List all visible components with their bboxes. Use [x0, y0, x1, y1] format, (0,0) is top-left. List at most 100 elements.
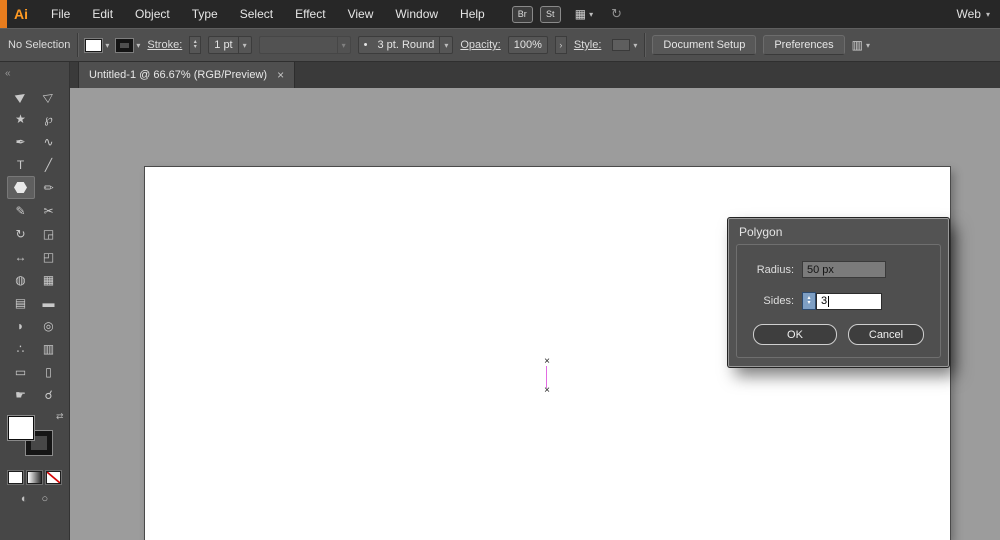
free-transform-tool[interactable]: ◰	[35, 245, 63, 268]
sides-input[interactable]: 3	[816, 293, 882, 310]
selection-tool[interactable]: ▶	[7, 84, 35, 107]
stock-button[interactable]: St	[540, 6, 561, 23]
artboard-tool[interactable]: ▭	[7, 360, 35, 383]
slice-tool[interactable]: ▯	[35, 360, 63, 383]
close-icon[interactable]: ×	[277, 68, 284, 82]
symbol-sprayer-tool[interactable]: ∴	[7, 337, 35, 360]
tools-panel-header[interactable]: «	[0, 62, 69, 84]
polygon-tool[interactable]	[7, 176, 35, 199]
stroke-weight-select[interactable]: 1 pt ▾	[208, 36, 251, 54]
text-caret	[828, 296, 829, 307]
sides-row: Sides: ▴ ▾ 3	[748, 292, 929, 310]
menu-file[interactable]: File	[40, 0, 81, 28]
gradient-mode-button[interactable]	[27, 471, 42, 484]
cancel-button[interactable]: Cancel	[848, 324, 924, 345]
hand-tool[interactable]: ☛	[7, 383, 35, 406]
workspace-switcher[interactable]: Web ▾	[957, 7, 990, 21]
pencil-tool[interactable]: ✎	[7, 199, 35, 222]
lasso-tool-icon: ℘	[44, 112, 52, 126]
direct-selection-tool-icon: ▷	[41, 87, 57, 104]
width-tool[interactable]: ↔	[7, 245, 35, 268]
menu-view[interactable]: View	[337, 0, 385, 28]
type-tool[interactable]: T	[7, 153, 35, 176]
illustrator-logo: Ai	[14, 6, 28, 22]
document-setup-button[interactable]: Document Setup	[652, 35, 756, 55]
opacity-panel-link[interactable]: Opacity:	[460, 39, 500, 51]
menu-help[interactable]: Help	[449, 0, 496, 28]
chevron-down-icon: ▾	[136, 41, 140, 50]
line-segment-tool[interactable]: ╱	[35, 153, 63, 176]
chevron-down-icon: ▾	[337, 37, 350, 53]
dialog-buttons: OK Cancel	[748, 324, 929, 345]
scale-tool[interactable]: ◲	[35, 222, 63, 245]
paintbrush-tool[interactable]: ✏	[35, 176, 63, 199]
opacity-select[interactable]: 100%	[508, 36, 548, 54]
ok-button[interactable]: OK	[753, 324, 837, 345]
sides-value: 3	[821, 295, 827, 307]
screen-mode-icon[interactable]: ○	[42, 493, 49, 505]
bridge-button[interactable]: Br	[512, 6, 533, 23]
color-mode-button[interactable]	[8, 471, 23, 484]
swap-fill-stroke-icon[interactable]: ⇄	[56, 411, 64, 422]
width-tool-icon: ↔	[15, 250, 27, 264]
menu-items: FileEditObjectTypeSelectEffectViewWindow…	[40, 0, 496, 28]
menu-type[interactable]: Type	[181, 0, 229, 28]
polygon-dialog: Polygon Radius: Sides: ▴ ▾ 3 OK Cancel	[728, 218, 949, 367]
menu-window[interactable]: Window	[384, 0, 449, 28]
hand-tool-icon: ☛	[15, 388, 26, 402]
graph-tool[interactable]: ▥	[35, 337, 63, 360]
stroke-color-picker[interactable]: ▾	[116, 39, 140, 52]
style-panel-link[interactable]: Style:	[574, 39, 602, 51]
brush-definition-select[interactable]: • 3 pt. Round ▾	[358, 36, 454, 54]
arrange-documents-button[interactable]: ▦ ▾	[575, 7, 593, 21]
menu-edit[interactable]: Edit	[81, 0, 124, 28]
gradient-tool-icon: ▬	[43, 296, 55, 310]
magic-wand-tool[interactable]: ★	[7, 107, 35, 130]
curvature-tool[interactable]: ∿	[35, 130, 63, 153]
sides-stepper[interactable]: ▴ ▾	[802, 292, 816, 310]
document-tab[interactable]: Untitled-1 @ 66.67% (RGB/Preview) ×	[78, 62, 295, 88]
align-options-button[interactable]: ▥ ▾	[852, 38, 870, 52]
mesh-tool[interactable]: ▤	[7, 291, 35, 314]
fill-color-picker[interactable]: ▾	[85, 39, 109, 52]
dialog-title: Polygon	[729, 219, 948, 244]
free-transform-tool-icon: ◰	[43, 250, 54, 264]
line-segment-tool-icon: ╱	[45, 158, 52, 172]
opacity-submenu-button[interactable]: ›	[555, 36, 567, 54]
artboard-tool-icon: ▭	[15, 365, 26, 379]
scissors-tool[interactable]: ✂	[35, 199, 63, 222]
eyedropper-tool[interactable]: ◗	[7, 314, 35, 337]
menu-object[interactable]: Object	[124, 0, 181, 28]
separator	[644, 33, 645, 57]
menu-bar: Ai FileEditObjectTypeSelectEffectViewWin…	[0, 0, 1000, 28]
brush-bullet-icon: •	[359, 39, 373, 51]
perspective-grid-tool[interactable]: ▦	[35, 268, 63, 291]
drawing-modes-icon[interactable]: ◐	[21, 493, 28, 505]
tool-grid: ▶ ▷ ★ ℘ ✒∿T ╱ ✏✎✂↻ ◲ ↔ ◰ ◍ ▦ ▤ ▬ ◗◎∴▥ ▭ ▯ ☛ ☌	[0, 84, 69, 406]
fill-proxy-swatch[interactable]	[8, 416, 34, 440]
shape-builder-tool[interactable]: ◍	[7, 268, 35, 291]
stepper-down-icon: ▾	[807, 301, 810, 306]
pen-tool[interactable]: ✒	[7, 130, 35, 153]
direct-selection-tool[interactable]: ▷	[35, 84, 63, 107]
none-mode-button[interactable]	[46, 471, 61, 484]
radius-input[interactable]	[802, 261, 886, 278]
stroke-weight-value: 1 pt	[209, 39, 237, 51]
gradient-tool[interactable]: ▬	[35, 291, 63, 314]
zoom-tool[interactable]: ☌	[35, 383, 63, 406]
scale-tool-icon: ◲	[43, 227, 54, 241]
style-swatch	[612, 39, 630, 51]
bottom-tool-row: ◐ ○	[0, 493, 69, 505]
stroke-weight-stepper[interactable]: ▴ ▾	[189, 36, 201, 54]
chevron-down-icon: ▾	[633, 41, 637, 50]
blend-tool[interactable]: ◎	[35, 314, 63, 337]
lasso-tool[interactable]: ℘	[35, 107, 63, 130]
style-select[interactable]: ▾	[608, 39, 637, 51]
menu-select[interactable]: Select	[229, 0, 284, 28]
stroke-panel-link[interactable]: Stroke:	[147, 39, 182, 51]
perspective-grid-tool-icon: ▦	[43, 273, 54, 287]
rotate-tool[interactable]: ↻	[7, 222, 35, 245]
separator	[77, 33, 78, 57]
menu-effect[interactable]: Effect	[284, 0, 336, 28]
preferences-button[interactable]: Preferences	[763, 35, 844, 55]
